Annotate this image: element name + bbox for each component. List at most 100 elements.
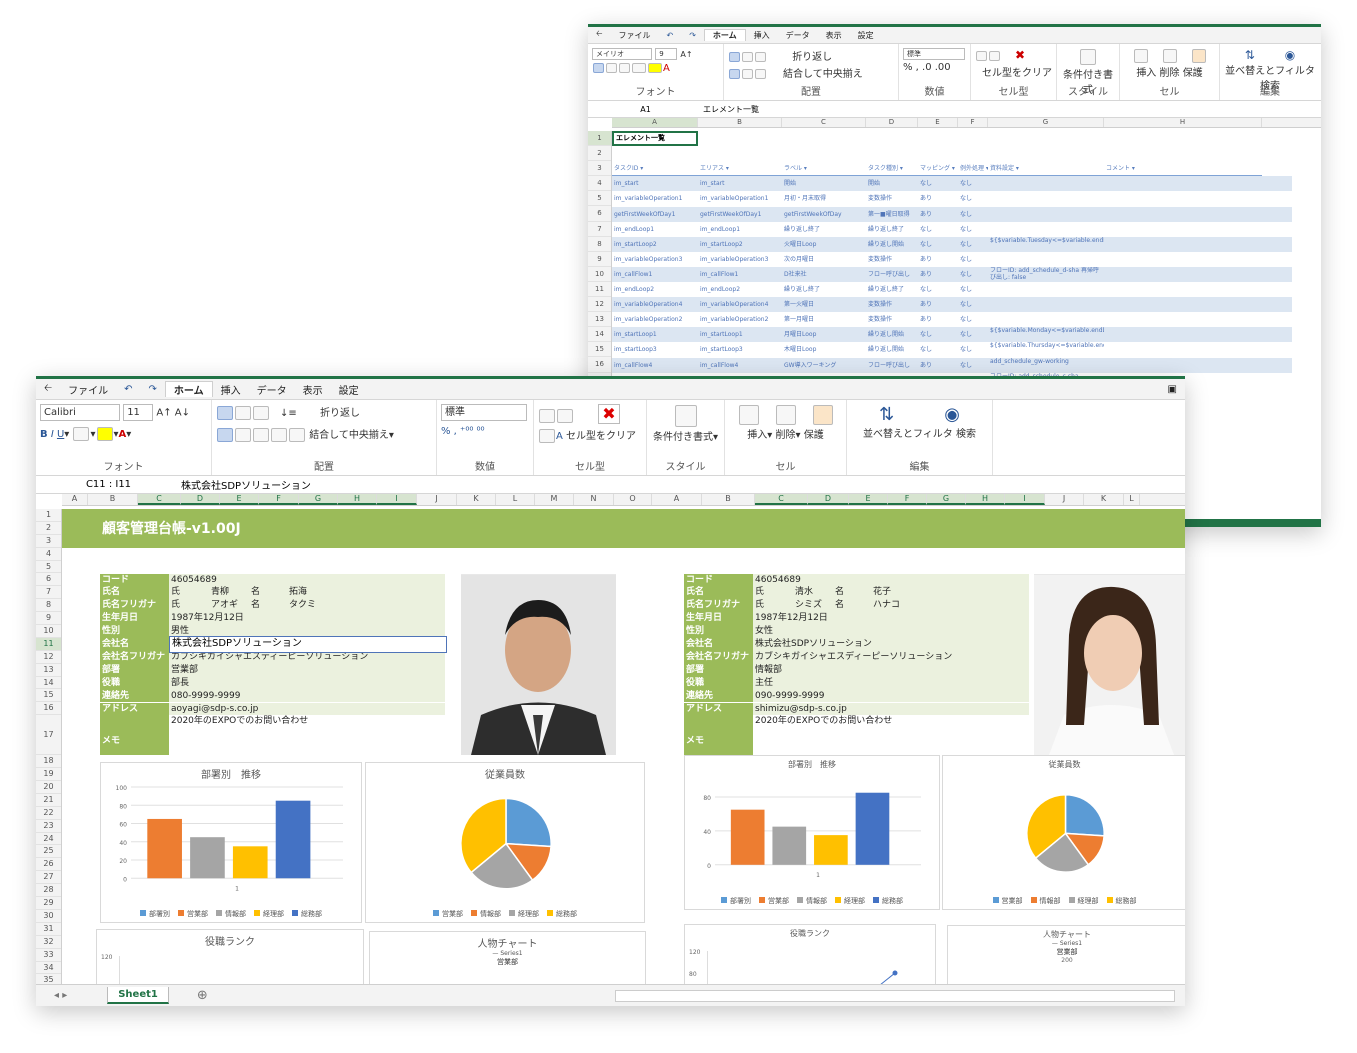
tab-view[interactable]: 表示 bbox=[818, 30, 850, 41]
redo-icon[interactable]: ↷ bbox=[141, 384, 165, 395]
row-header[interactable]: 7 bbox=[588, 222, 611, 237]
table-header[interactable]: タスクID ▾ bbox=[612, 161, 698, 177]
table-header[interactable]: エリアス ▾ bbox=[698, 161, 782, 177]
conditional-format-icon[interactable] bbox=[674, 405, 697, 427]
find-icon[interactable]: ◉ bbox=[944, 404, 960, 425]
fill-color-icon[interactable] bbox=[96, 427, 113, 441]
percent-icon[interactable]: % , .0 .00 bbox=[903, 62, 966, 73]
field-value[interactable]: 主任 bbox=[753, 676, 1029, 690]
row-header[interactable]: 20 bbox=[36, 781, 61, 794]
tab-view[interactable]: 表示 bbox=[295, 382, 331, 397]
align-top-icon[interactable] bbox=[217, 406, 233, 420]
font-a-icon[interactable]: A bbox=[556, 431, 563, 442]
table-cell[interactable]: im_start bbox=[698, 176, 782, 191]
table-cell[interactable]: ${$variable.Tuesday<=$variable.endDayOfM… bbox=[988, 237, 1104, 252]
table-cell[interactable]: あり bbox=[918, 252, 958, 267]
table-cell[interactable]: im_callFlow1 bbox=[698, 267, 782, 282]
field-value[interactable]: 部長 bbox=[169, 676, 445, 690]
cell-reference[interactable]: A1 bbox=[588, 105, 703, 114]
row-header[interactable]: 26 bbox=[36, 858, 61, 872]
table-cell[interactable]: 月曜日Loop bbox=[782, 327, 866, 342]
column-header-B[interactable]: B bbox=[698, 118, 782, 127]
sort-filter-button[interactable]: 並べ替えとフィルタ bbox=[863, 429, 953, 440]
protect-icon[interactable] bbox=[812, 405, 833, 425]
row-header[interactable]: 4 bbox=[588, 176, 611, 192]
table-cell[interactable]: なし bbox=[958, 342, 988, 357]
table-cell[interactable]: im_startLoop3 bbox=[612, 342, 698, 357]
row-header[interactable]: 16 bbox=[36, 702, 61, 716]
table-cell[interactable]: あり bbox=[918, 312, 958, 327]
undo-icon[interactable]: ↶ bbox=[116, 384, 140, 395]
row-header[interactable]: 17 bbox=[36, 715, 61, 756]
tab-data[interactable]: データ bbox=[778, 30, 818, 41]
font-grow-icon[interactable]: A↑ bbox=[680, 50, 692, 59]
sheet-tab-sheet1[interactable]: Sheet1 bbox=[107, 987, 169, 1004]
table-cell[interactable]: あり bbox=[918, 267, 958, 282]
underline-icon[interactable] bbox=[619, 63, 630, 73]
table-cell[interactable]: im_variableOperation4 bbox=[698, 297, 782, 312]
outdent-icon[interactable] bbox=[271, 428, 287, 442]
table-cell[interactable]: フロー呼び出し bbox=[866, 267, 918, 282]
font-name-input[interactable]: Calibri bbox=[40, 404, 120, 421]
column-header-C[interactable]: C bbox=[755, 494, 808, 505]
insert-button[interactable]: 挿入 bbox=[1136, 68, 1156, 79]
table-header[interactable]: マッピング ▾ bbox=[918, 161, 958, 177]
row-header[interactable]: 21 bbox=[36, 794, 61, 807]
insert-button[interactable]: 挿入 bbox=[747, 430, 767, 441]
field-value[interactable]: shimizu@sdp-s.co.jp bbox=[753, 702, 1029, 716]
conditional-format-icon[interactable] bbox=[1080, 49, 1096, 65]
table-cell[interactable]: フロー呼び出し bbox=[866, 358, 918, 373]
table-cell[interactable]: あり bbox=[918, 207, 958, 222]
column-header-K[interactable]: K bbox=[457, 494, 496, 505]
row-header[interactable]: 12 bbox=[36, 651, 61, 664]
row-header[interactable]: 24 bbox=[36, 833, 61, 846]
table-cell[interactable]: なし bbox=[958, 222, 988, 237]
column-header-D[interactable]: D bbox=[808, 494, 849, 505]
table-cell[interactable]: im_startLoop2 bbox=[698, 237, 782, 252]
row-header[interactable]: 3 bbox=[588, 161, 611, 177]
table-cell[interactable]: im_endLoop1 bbox=[612, 222, 698, 237]
table-cell[interactable]: なし bbox=[918, 176, 958, 191]
table-cell[interactable]: im_callFlow4 bbox=[612, 358, 698, 373]
row-header[interactable]: 5 bbox=[36, 561, 61, 574]
row-header[interactable]: 7 bbox=[36, 586, 61, 600]
column-header-G[interactable]: G bbox=[927, 494, 966, 505]
table-cell[interactable]: なし bbox=[958, 297, 988, 312]
checkbox-icon[interactable] bbox=[557, 409, 573, 423]
tab-home[interactable]: ホーム bbox=[703, 29, 746, 41]
bold-icon[interactable] bbox=[593, 63, 604, 73]
table-cell[interactable]: なし bbox=[958, 207, 988, 222]
cell-type-icon[interactable] bbox=[539, 409, 555, 423]
tab-settings[interactable]: 設定 bbox=[331, 382, 367, 397]
align-left-icon[interactable] bbox=[729, 69, 740, 79]
table-cell[interactable] bbox=[988, 191, 1104, 206]
selected-cell-editor[interactable]: 株式会社SDPソリューション bbox=[169, 636, 447, 653]
bold-icon[interactable]: B bbox=[40, 429, 48, 440]
table-cell[interactable]: GW導入ワーキング bbox=[782, 358, 866, 373]
table-cell[interactable]: 繰り返し終了 bbox=[782, 222, 866, 237]
table-cell[interactable]: 変数操作 bbox=[866, 297, 918, 312]
table-cell[interactable]: im_variableOperation2 bbox=[698, 312, 782, 327]
table-cell[interactable]: なし bbox=[918, 282, 958, 297]
field-value[interactable]: 1987年12月12日 bbox=[169, 612, 445, 626]
table-cell[interactable]: なし bbox=[958, 176, 988, 191]
row-header[interactable]: 10 bbox=[588, 267, 611, 282]
clear-celltype-icon[interactable]: ✖ bbox=[598, 404, 620, 424]
row-header[interactable]: 6 bbox=[36, 573, 61, 587]
align-left-icon[interactable] bbox=[217, 428, 233, 442]
field-value[interactable]: 2020年のEXPOでのお問い合わせ bbox=[753, 715, 1029, 756]
horizontal-scrollbar[interactable] bbox=[615, 989, 1175, 1002]
table-icon[interactable] bbox=[539, 429, 555, 443]
column-header-F[interactable]: F bbox=[259, 494, 299, 505]
column-header-L[interactable]: L bbox=[496, 494, 535, 505]
table-cell[interactable]: im_variableOperation2 bbox=[612, 312, 698, 327]
table-cell[interactable]: なし bbox=[918, 237, 958, 252]
align-middle-icon[interactable] bbox=[235, 406, 251, 420]
field-value[interactable]: 46054689 bbox=[169, 573, 445, 587]
wrap-text-button[interactable]: 折り返し bbox=[792, 52, 832, 63]
table-cell[interactable] bbox=[988, 207, 1104, 222]
table-cell[interactable]: im_startLoop3 bbox=[698, 342, 782, 357]
column-header-H[interactable]: H bbox=[966, 494, 1005, 505]
fill-color-icon[interactable] bbox=[648, 63, 662, 73]
table-cell[interactable]: 火曜日Loop bbox=[782, 237, 866, 252]
